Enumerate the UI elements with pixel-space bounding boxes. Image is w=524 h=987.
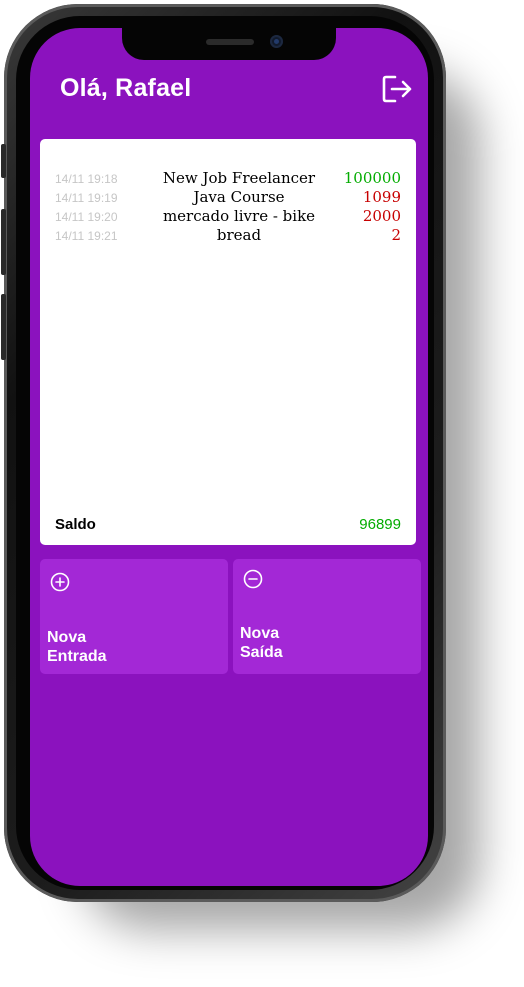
new-entry-label-line1: Nova xyxy=(47,629,87,646)
balance-value: 96899 xyxy=(359,516,401,533)
record-description: Java Course xyxy=(193,188,285,206)
camera xyxy=(270,35,283,48)
new-entry-label: Nova Entrada xyxy=(47,628,167,666)
notch xyxy=(122,28,336,60)
new-exit-label-line2: Saída xyxy=(240,644,283,661)
record-row: 14/11 19:18 New Job Freelancer 100000 xyxy=(55,169,401,188)
record-description: mercado livre - bike xyxy=(162,207,316,225)
phone-frame: Olá, Rafael 14/11 19:18 New Job Freelance… xyxy=(1,4,446,902)
side-button xyxy=(1,294,6,360)
speaker xyxy=(206,39,254,45)
record-value: 1099 xyxy=(362,188,401,206)
records-list: 14/11 19:18 New Job Freelancer 100000 14/11… xyxy=(55,169,401,245)
new-exit-label-line1: Nova xyxy=(240,625,280,642)
side-button xyxy=(1,209,6,275)
record-date: 14/11 19:18 xyxy=(55,172,118,186)
new-entry-button[interactable]: Nova Entrada xyxy=(40,559,228,674)
header: Olá, Rafael xyxy=(60,72,414,112)
app-screen: Olá, Rafael 14/11 19:18 New Job Freelance… xyxy=(30,28,428,886)
plus-circle-icon xyxy=(50,572,70,592)
record-value: 2 xyxy=(391,226,401,244)
side-button xyxy=(1,144,6,178)
records-panel: 14/11 19:18 New Job Freelancer 100000 14/11… xyxy=(40,139,416,545)
new-exit-button[interactable]: Nova Saída xyxy=(233,559,421,674)
record-row: 14/11 19:19 Java Course 1099 xyxy=(55,188,401,207)
stage: Olá, Rafael 14/11 19:18 New Job Freelance… xyxy=(0,0,524,987)
record-value: 2000 xyxy=(362,207,401,225)
balance-label: Saldo xyxy=(55,516,96,533)
record-date: 14/11 19:19 xyxy=(55,191,118,205)
record-description: New Job Freelancer xyxy=(162,169,316,187)
record-date: 14/11 19:21 xyxy=(55,229,118,243)
record-value: 100000 xyxy=(343,169,401,187)
record-row: 14/11 19:21 bread 2 xyxy=(55,226,401,245)
minus-circle-icon xyxy=(243,569,263,589)
record-date: 14/11 19:20 xyxy=(55,210,118,224)
greeting-title: Olá, Rafael xyxy=(60,74,192,102)
new-entry-label-line2: Entrada xyxy=(47,648,107,665)
logout-icon xyxy=(382,75,412,103)
logout-button[interactable] xyxy=(380,72,414,106)
record-row: 14/11 19:20 mercado livre - bike 2000 xyxy=(55,207,401,226)
new-exit-label: Nova Saída xyxy=(240,624,360,662)
record-description: bread xyxy=(216,226,262,244)
